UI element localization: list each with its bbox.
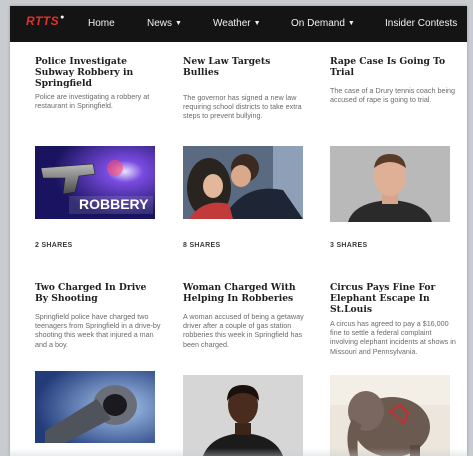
nav-news[interactable]: News ▼ — [147, 18, 182, 29]
article-title[interactable]: Woman Charged With Helping In Robberies — [183, 282, 309, 304]
gun-barrel-photo[interactable] — [35, 371, 155, 443]
article-summary: Police are investigating a robbery at re… — [35, 92, 150, 111]
nav-home[interactable]: Home — [88, 18, 115, 29]
share-count[interactable]: 2 SHARES — [35, 242, 72, 249]
article-summary: The governor has signed a new law requir… — [183, 93, 302, 121]
chevron-down-icon: ▼ — [175, 20, 182, 27]
nav-on-demand-label: On Demand — [291, 18, 345, 29]
article-card[interactable]: Woman Charged With Helping In Robberies … — [183, 282, 309, 349]
article-summary: A circus has agreed to pay a $16,000 fin… — [330, 319, 456, 356]
site-logo[interactable]: RTTS● — [26, 14, 65, 28]
nav-weather[interactable]: Weather ▼ — [213, 18, 261, 29]
nav-home-label: Home — [88, 18, 115, 29]
nav-insider-contests[interactable]: Insider Contests — [385, 18, 457, 29]
browser-page: RTTS● Home News ▼ Weather ▼ On Demand ▼ Ins… — [10, 6, 467, 456]
nav-on-demand[interactable]: On Demand ▼ — [291, 18, 355, 29]
robbery-gun-image[interactable]: ROBBERY — [35, 146, 155, 219]
article-summary: Springfield police have charged two teen… — [35, 312, 161, 349]
article-card[interactable]: Two Charged In Drive By Shooting Springf… — [35, 282, 161, 349]
article-card[interactable]: New Law Targets Bullies The governor has… — [183, 56, 309, 121]
logo-text: RTTS — [26, 14, 60, 28]
share-count[interactable]: 8 SHARES — [183, 242, 220, 249]
article-title[interactable]: New Law Targets Bullies — [183, 56, 309, 78]
woman-mugshot-photo[interactable] — [183, 375, 303, 456]
article-title[interactable]: Rape Case Is Going To Trial — [330, 56, 456, 78]
mugshot-photo[interactable] — [330, 146, 450, 222]
nav-weather-label: Weather — [213, 18, 251, 29]
article-summary: The case of a Drury tennis coach being a… — [330, 86, 456, 105]
article-title[interactable]: Circus Pays Fine For Elephant Escape In … — [330, 282, 456, 315]
bullying-photo[interactable] — [183, 146, 303, 219]
article-card[interactable]: Police Investigate Subway Robbery in Spr… — [35, 56, 161, 110]
bottom-fade — [10, 448, 467, 456]
robbery-caption: ROBBERY — [79, 196, 149, 212]
elephant-photo[interactable] — [330, 375, 450, 456]
top-navbar: RTTS● Home News ▼ Weather ▼ On Demand ▼ Ins… — [10, 6, 467, 42]
chevron-down-icon: ▼ — [347, 20, 355, 27]
article-title[interactable]: Police Investigate Subway Robbery in Spr… — [35, 56, 161, 89]
article-card[interactable]: Circus Pays Fine For Elephant Escape In … — [330, 282, 456, 356]
article-title[interactable]: Two Charged In Drive By Shooting — [35, 282, 161, 304]
chevron-down-icon: ▼ — [253, 20, 261, 27]
share-count[interactable]: 3 SHARES — [330, 242, 367, 249]
nav-news-label: News — [147, 18, 173, 29]
nav-insider-contests-label: Insider Contests — [385, 18, 458, 29]
article-summary: A woman accused of being a getaway drive… — [183, 312, 304, 349]
article-card[interactable]: Rape Case Is Going To Trial The case of … — [330, 56, 456, 104]
